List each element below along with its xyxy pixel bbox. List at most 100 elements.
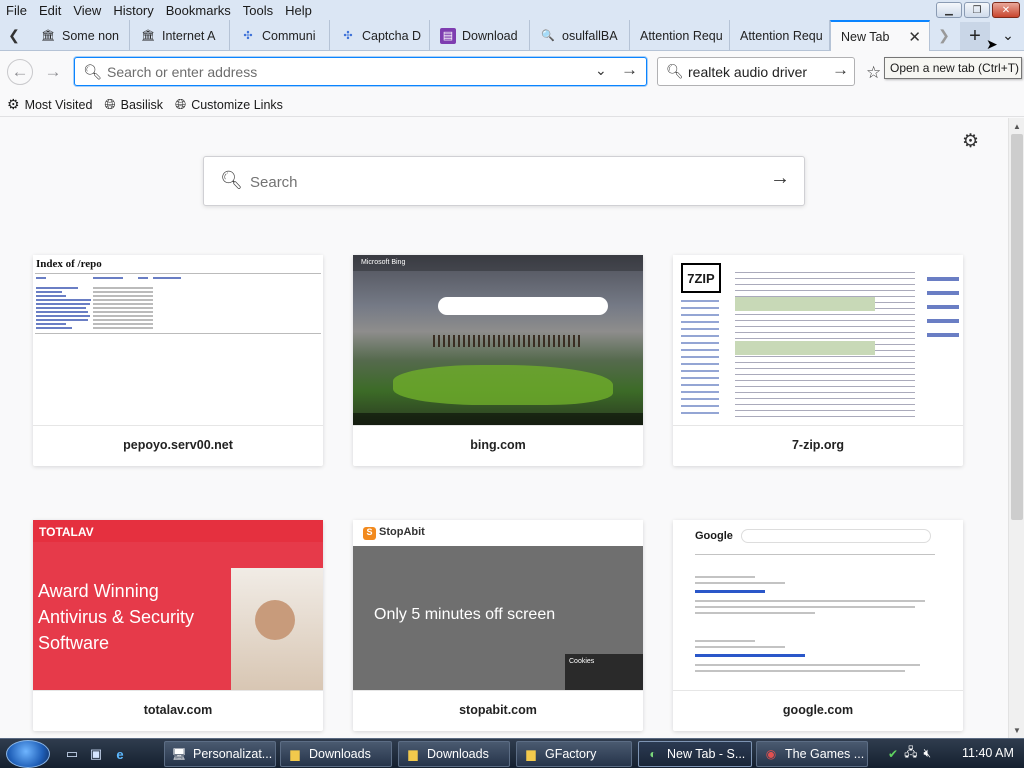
switch-windows-icon[interactable]: ▣ [88, 746, 104, 762]
folder-icon: ▆ [408, 747, 418, 761]
close-tab-icon[interactable]: ✕ [908, 28, 921, 46]
close-window-button[interactable]: ✕ [992, 2, 1020, 18]
search-icon: 🔍︎ [666, 63, 684, 79]
search-icon: 🔍 [541, 30, 555, 42]
taskbar-label: Personalizat... [193, 747, 273, 761]
close-icon: ✕ [1001, 4, 1011, 16]
url-input[interactable] [107, 61, 587, 83]
tab-download[interactable]: ▤ Download [430, 20, 530, 51]
show-desktop-icon[interactable]: ▭ [64, 746, 80, 762]
new-tab-search-input[interactable] [250, 170, 730, 194]
tab-new-tab[interactable]: New Tab ✕ [830, 20, 930, 52]
top-site-tile-google[interactable]: Google google.com [673, 520, 963, 731]
taskbar-new-tab[interactable]: ◐ New Tab - S... [638, 741, 752, 767]
top-site-tile-bing[interactable]: Microsoft Bing bing.com [353, 255, 643, 466]
game-icon: ◉ [765, 747, 777, 761]
bookmark-star-button[interactable]: ☆ [866, 63, 881, 83]
tile-title: stopabit.com [459, 703, 537, 717]
volume-muted-icon[interactable]: 🔇︎ [923, 746, 931, 761]
search-go-button[interactable]: → [832, 60, 849, 80]
url-dropdown-button[interactable]: ⌄ [595, 62, 607, 79]
tab-label: New Tab [841, 30, 890, 44]
search-icon: 🔍︎ [83, 64, 103, 81]
tab-attention-2[interactable]: Attention Requ [730, 20, 830, 51]
puzzle-icon: ✣ [243, 30, 253, 42]
checkmark-icon[interactable]: ✔ [888, 747, 898, 761]
new-tab-page: ⚙ 🔍︎ → Index of /repo [0, 118, 1008, 738]
tab-label: Internet A [162, 28, 216, 43]
list-all-tabs-button[interactable]: ⌄ [996, 20, 1020, 51]
menu-bar: File Edit View History Bookmarks Tools H… [0, 0, 1024, 20]
taskbar-downloads-1[interactable]: ▆ Downloads [280, 741, 392, 767]
maximize-button[interactable]: ❐ [964, 2, 990, 18]
taskbar-label: New Tab - S... [667, 747, 746, 761]
page-scrollbar[interactable]: ▲ ▼ [1008, 118, 1024, 738]
thumb-header: TOTALAV [39, 525, 94, 539]
tab-internet-archive[interactable]: 🏛 Internet A [130, 20, 230, 51]
tab-search[interactable]: 🔍 osulfallBA [530, 20, 630, 51]
minimize-button[interactable]: ▁ [936, 2, 962, 18]
tab-scroll-left-button[interactable]: ❮ [0, 20, 28, 51]
taskbar-clock[interactable]: 11:40 AM [962, 746, 1014, 760]
start-button[interactable] [6, 740, 50, 768]
tab-captcha[interactable]: ✣ Captcha D [330, 20, 430, 51]
taskbar-personalization[interactable]: 🖥︎ Personalizat... [164, 741, 276, 767]
taskbar-downloads-2[interactable]: ▆ Downloads [398, 741, 510, 767]
arrow-right-icon: → [44, 62, 62, 81]
tile-thumbnail: Index of /repo [33, 255, 323, 426]
tile-thumbnail: TOTALAV Award Winning Antivirus & Securi… [33, 520, 323, 691]
chevron-left-icon: ❮ [8, 27, 20, 43]
plus-icon: + [969, 24, 981, 47]
top-site-tile-7zip[interactable]: 7ZIP 7-zip.org [673, 255, 963, 466]
menu-bookmarks[interactable]: Bookmarks [166, 3, 231, 18]
menu-history[interactable]: History [113, 3, 153, 18]
top-site-tile-totalav[interactable]: TOTALAV Award Winning Antivirus & Securi… [33, 520, 323, 731]
bookmark-basilisk[interactable]: 🌐︎ Basilisk [104, 96, 163, 113]
tab-scroll-right-button[interactable]: ❯ [930, 20, 958, 51]
internet-explorer-icon[interactable]: e [112, 746, 128, 762]
menu-help[interactable]: Help [285, 3, 312, 18]
tab-community[interactable]: ✣ Communi [230, 20, 330, 51]
menu-file[interactable]: File [6, 3, 27, 18]
gear-icon: ⚙ [7, 96, 20, 112]
globe-icon: 🌐︎ [175, 96, 187, 112]
thumb-hero: Award Winning Antivirus & Security Softw… [38, 581, 195, 653]
puzzle-icon: ✣ [343, 30, 353, 42]
top-site-tile-stopabit[interactable]: S StopAbit Only 5 minutes off screen Cook… [353, 520, 643, 731]
tab-label: Download [462, 28, 518, 43]
tile-thumbnail: Google [673, 520, 963, 691]
new-tab-settings-button[interactable]: ⚙ [962, 130, 979, 153]
back-button[interactable]: ← [7, 59, 33, 85]
new-tab-tooltip: Open a new tab (Ctrl+T) [884, 57, 1022, 79]
tab-label: osulfallBA [562, 28, 618, 43]
taskbar-label: Downloads [309, 747, 371, 761]
tile-title: totalav.com [143, 703, 213, 717]
new-tab-search-go-button[interactable]: → [770, 167, 790, 190]
folder-icon: ▆ [290, 747, 300, 761]
top-site-tile-pepoyo[interactable]: Index of /repo pepoyo.serv00.net [33, 255, 323, 466]
scroll-up-icon[interactable]: ▲ [1009, 118, 1024, 134]
arrow-left-icon: ← [11, 62, 29, 81]
forward-button[interactable]: → [40, 59, 66, 85]
tab-label: Captcha D [362, 28, 422, 43]
menu-view[interactable]: View [73, 3, 101, 18]
new-tab-search-box: 🔍︎ → [203, 156, 805, 206]
nav-bar: ← → 🔍︎ ⌄ → 🔍︎ → ☆ [0, 51, 1024, 93]
tab-attention-1[interactable]: Attention Requ [630, 20, 730, 51]
bookmark-customize-links[interactable]: 🌐︎ Customize Links [175, 96, 283, 113]
taskbar-gfactory[interactable]: ▆ GFactory [516, 741, 632, 767]
thumb-header: 7ZIP [681, 263, 721, 293]
search-input[interactable] [688, 61, 828, 83]
scroll-down-icon[interactable]: ▼ [1009, 722, 1024, 738]
network-icon[interactable]: 🖧︎ [904, 743, 917, 764]
menu-tools[interactable]: Tools [243, 3, 273, 18]
chevron-down-icon: ⌄ [595, 62, 607, 78]
bookmark-most-visited[interactable]: ⚙ Most Visited [7, 96, 92, 113]
url-go-button[interactable]: → [621, 60, 638, 80]
tile-thumbnail: S StopAbit Only 5 minutes off screen Cook… [353, 520, 643, 691]
menu-edit[interactable]: Edit [39, 3, 61, 18]
taskbar-the-games[interactable]: ◉ The Games ... [756, 741, 868, 767]
tab-some-non[interactable]: 🏛 Some non [30, 20, 130, 51]
scrollbar-thumb[interactable] [1011, 134, 1023, 520]
tile-title: google.com [782, 703, 854, 717]
